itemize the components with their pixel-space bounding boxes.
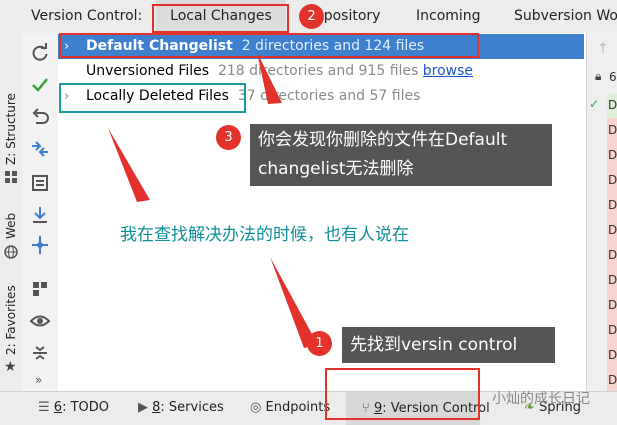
callout-line-2: changelist无法删除 — [258, 159, 414, 179]
step3-callout: 你会发现你删除的文件在Default changelist无法删除 — [250, 124, 552, 186]
step-badge-1: 1 — [307, 331, 332, 356]
arrow-to-local-changes — [257, 52, 282, 104]
step1-callout: 先找到versin control — [342, 327, 555, 363]
arrow-to-deleted-files — [108, 128, 150, 202]
watermark: 小灿的成长日记 — [492, 391, 590, 407]
step-badge-2: 2 — [299, 4, 324, 29]
step-badge-3: 3 — [216, 125, 241, 150]
teal-note: 我在查找解决办法的时候，也有人说在 — [120, 225, 409, 245]
callout-line-1: 你会发现你删除的文件在Default — [258, 130, 508, 150]
